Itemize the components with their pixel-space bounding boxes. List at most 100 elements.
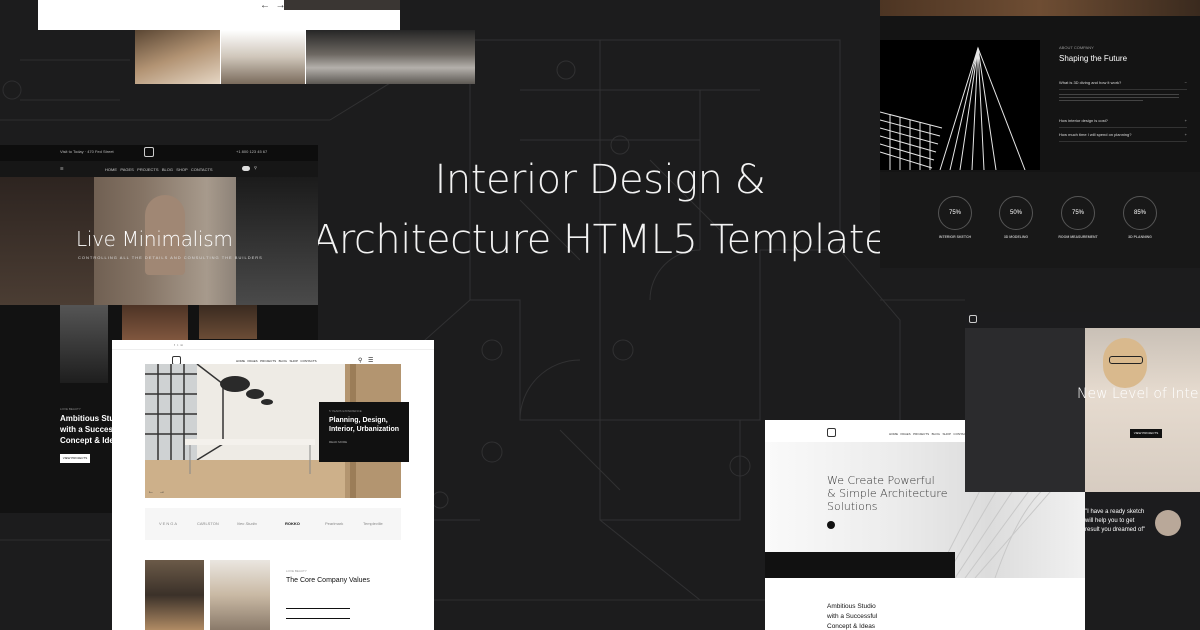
partner-logo: CARLSTON	[197, 521, 219, 526]
nav-links[interactable]: HOME PAGES PROJECTS BLOG SHOP CONTACTS	[236, 359, 317, 363]
play-icon[interactable]	[827, 521, 835, 529]
progress-ring: 75%	[1061, 196, 1095, 230]
stat-caption: 3D PLANNING	[1128, 235, 1152, 239]
architecture-hero-line-2: & Simple Architecture	[827, 487, 948, 500]
testimonial-line-2: will help you to get	[1085, 518, 1135, 524]
accordion-item[interactable]: How interior design is cost? +	[1059, 118, 1187, 128]
partner-logos: VENGA CARLSTON Neo Studio ROKKO Pearlmar…	[145, 508, 401, 540]
project-thumb-1[interactable]	[60, 305, 108, 383]
overlay-tag: 5 YEARS EXPERIENCE	[329, 409, 362, 413]
about-template-preview: ABOUT COMPANY Shaping the Future What is…	[880, 0, 1200, 268]
theme-toggle[interactable]	[242, 166, 250, 171]
social-icons[interactable]: f t in	[174, 343, 183, 347]
hero-title-line-1: Interior Design &	[434, 157, 766, 203]
accordion-item[interactable]: What is 3D diving and how it work? −	[1059, 80, 1187, 90]
stat-item: 75% ROOM MEASUREMENT	[1048, 196, 1108, 239]
menu-icon[interactable]: ☰	[60, 166, 64, 171]
hero-photo-right	[236, 177, 318, 305]
architecture-hero-line-1: We Create Powerful	[827, 474, 935, 487]
overlay-text-line-1: Planning, Design,	[329, 417, 388, 424]
search-icon[interactable]: ⚲	[254, 165, 257, 170]
stat-caption: 3D MODELING	[1003, 235, 1029, 239]
progress-ring: 50%	[999, 196, 1033, 230]
progress-bar	[286, 618, 350, 619]
skills-stats: 75% INTERIOR SKETCH 50% 3D MODELING 75% …	[880, 172, 1200, 268]
nav-links[interactable]: HOME PAGES PROJECTS BLOG SHOP CONTACT	[889, 432, 968, 436]
building-photo	[880, 40, 1040, 170]
template-nav: ☰ HOME PAGES PROJECTS BLOG SHOP CONTACTS…	[0, 161, 318, 177]
progress-ring: 85%	[1123, 196, 1157, 230]
glasses-icon	[1109, 356, 1143, 364]
overlay-text: Planning, Design, Interior, Urbanization	[329, 416, 399, 434]
woman-photo	[1085, 328, 1200, 492]
hero-title-line-2: Architecture HTML5 Template	[311, 217, 889, 263]
template-topbar: Visit to Today · 470 Fed Street +1 800 1…	[0, 145, 318, 161]
core-label: LOVE BEAUTY	[286, 569, 307, 573]
view-projects-button[interactable]: VIEW PROJECTS	[60, 454, 90, 463]
accordion-question: How interior design is cost?	[1059, 118, 1108, 123]
nav-links[interactable]: HOME PAGES PROJECTS BLOG SHOP CONTACTS	[105, 167, 213, 172]
contact-info: Visit to Today · 470 Fed Street	[60, 149, 114, 154]
features-strip	[765, 552, 955, 578]
project-thumb-3[interactable]	[199, 305, 257, 339]
overlay-text-line-2: Interior, Urbanization	[329, 426, 400, 433]
top-left-preview-gallery	[135, 30, 475, 84]
plus-icon[interactable]: +	[1185, 118, 1187, 123]
stat-value: 85%	[1133, 210, 1146, 216]
studio-label: LOVE BEAUTY	[60, 407, 81, 411]
phone-info: +1 800 123 45 67	[236, 149, 268, 154]
search-icon[interactable]: ⚲	[358, 357, 362, 364]
stat-caption: ROOM MEASUREMENT	[1058, 235, 1098, 239]
menu-icon[interactable]: ☰	[368, 357, 373, 364]
partner-logo: Pearlmark	[325, 521, 344, 526]
testimonial-quote: "I have a ready sketch will help you to …	[1085, 508, 1145, 535]
ambition-line-3: Concept & Ideas	[827, 623, 876, 630]
template-topbar: f t in	[112, 340, 434, 350]
ambition-line-2: with a Successful	[827, 613, 878, 620]
slider-arrows-icon[interactable]: ← →	[148, 489, 165, 495]
accordion-item[interactable]: How much time I will spend on planning? …	[1059, 132, 1187, 142]
hero-title: Interior Design & Architecture HTML5 Tem…	[300, 150, 900, 270]
about-label: ABOUT COMPANY	[1059, 45, 1094, 50]
minus-icon[interactable]: −	[1185, 80, 1187, 85]
stat-value: 50%	[1009, 210, 1022, 216]
partner-logo: Templeville	[363, 521, 383, 526]
avatar	[1155, 510, 1181, 536]
gallery-photo-bedroom	[135, 30, 220, 84]
slider-arrows-icon[interactable]: ← →	[260, 0, 286, 11]
progress-bar	[286, 608, 350, 609]
partner-logo: Neo Studio	[237, 521, 257, 526]
light-template-preview: f t in HOME PAGES PROJECTS BLOG SHOP CON…	[112, 340, 434, 630]
testimonial-line-1: "I have a ready sketch	[1085, 509, 1145, 515]
architecture-hero-title: We Create Powerful & Simple Architecture…	[827, 474, 947, 513]
gallery-photo-living-room	[306, 30, 475, 84]
core-photo-1	[145, 560, 204, 630]
logo-icon[interactable]	[969, 315, 977, 323]
plus-icon[interactable]: +	[1185, 132, 1187, 137]
stat-item: 75% INTERIOR SKETCH	[925, 196, 985, 239]
ambition-heading: Ambitious Studio with a Successful Conce…	[827, 602, 877, 630]
logo-icon[interactable]	[827, 428, 836, 437]
core-photo-2	[210, 560, 270, 630]
logo-icon[interactable]	[144, 147, 154, 157]
partner-logo: VENGA	[159, 521, 179, 526]
stat-item: 85% 3D PLANNING	[1110, 196, 1170, 239]
template-nav	[965, 312, 1200, 328]
stat-value: 75%	[1071, 210, 1084, 216]
top-left-preview-header: ← →	[38, 0, 400, 30]
accordion-question: What is 3D diving and how it work?	[1059, 80, 1122, 85]
accordion-answer-lines	[1059, 92, 1179, 108]
portrait-template-preview: New Level of Inter	[965, 312, 1200, 492]
hero-banner-subtitle: CONTROLLING ALL THE DETAILS AND CONSULTI…	[78, 255, 263, 260]
architecture-hero-line-3: Solutions	[827, 500, 878, 513]
stat-item: 50% 3D MODELING	[986, 196, 1046, 239]
gallery-photo-sofa	[221, 30, 305, 84]
view-projects-button[interactable]: VIEW PROJECTS	[1130, 429, 1162, 438]
about-heading: Shaping the Future	[1059, 54, 1128, 63]
accordion-question: How much time I will spend on planning?	[1059, 132, 1132, 137]
core-values-title: The Core Company Values	[286, 577, 370, 584]
read-more-link[interactable]: READ MORE	[329, 440, 399, 444]
hero-banner-title: Live Minimalism	[76, 227, 233, 251]
partner-logo: ROKKO	[285, 521, 300, 526]
stat-caption: INTERIOR SKETCH	[938, 235, 972, 239]
